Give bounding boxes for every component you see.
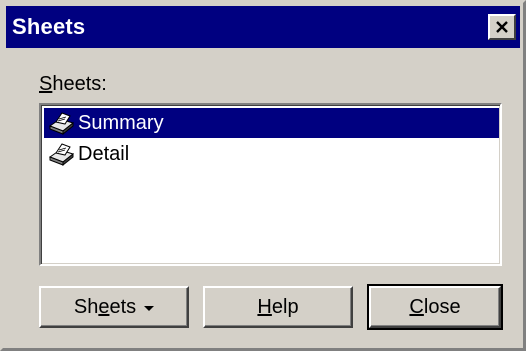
- list-item-summary[interactable]: Summary: [44, 108, 499, 138]
- close-icon: [496, 21, 508, 33]
- close-button[interactable]: Close: [369, 286, 501, 328]
- help-button-label: Help: [257, 295, 299, 318]
- sheets-menu-button[interactable]: Sheets: [39, 286, 189, 328]
- close-button-label: Close: [409, 295, 461, 318]
- title-bar[interactable]: Sheets: [6, 6, 520, 48]
- close-window-button[interactable]: [488, 14, 516, 40]
- sheets-list-label: Sheets:: [39, 73, 107, 95]
- window-title: Sheets: [12, 14, 86, 39]
- printer-sheet-icon: [48, 143, 75, 167]
- sheets-dialog: Sheets Sheets: Summary Detail Sheets Hel…: [0, 0, 526, 351]
- sheets-button-label: Sheets: [73, 295, 137, 318]
- printer-sheet-icon: [48, 112, 75, 136]
- list-item-label: Summary: [78, 111, 164, 134]
- help-button[interactable]: Help: [203, 286, 353, 328]
- list-item-label: Detail: [78, 142, 130, 165]
- dropdown-arrow-icon: [144, 305, 155, 311]
- sheets-listbox[interactable]: Summary Detail: [39, 103, 502, 266]
- list-item-detail[interactable]: Detail: [44, 139, 499, 169]
